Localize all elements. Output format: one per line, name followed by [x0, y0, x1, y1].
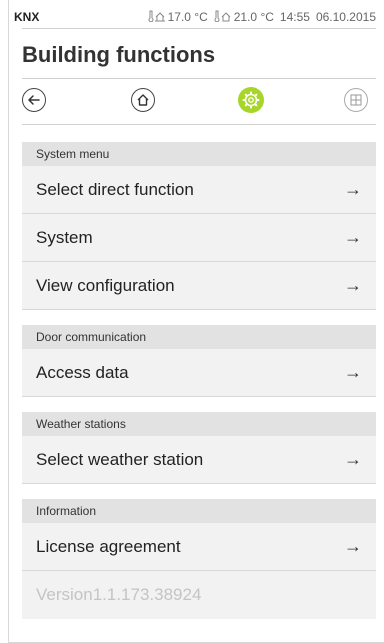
- home-button[interactable]: [131, 88, 155, 112]
- arrow-right-icon: →: [344, 449, 362, 469]
- indoor-temperature-icon: [214, 10, 232, 25]
- section-header-weather-stations: Weather stations: [22, 412, 376, 436]
- settings-button[interactable]: [238, 87, 264, 113]
- menu-item-label: License agreement: [36, 536, 181, 556]
- menu-list: System menu Select direct function → Sys…: [22, 142, 376, 619]
- status-info: 17.0 °C 21.0 °C 14:55 06.10.2015: [148, 10, 376, 25]
- gear-icon: [242, 91, 260, 109]
- section-gap: [22, 484, 376, 499]
- menu-item-system[interactable]: System →: [22, 214, 376, 262]
- outdoor-temperature-value: 17.0 °C: [167, 10, 208, 24]
- menu-item-select-direct-function[interactable]: Select direct function →: [22, 166, 376, 214]
- clock: 14:55: [279, 10, 310, 24]
- back-button[interactable]: [22, 88, 46, 112]
- grid-icon: [350, 94, 362, 106]
- divider: [22, 124, 376, 125]
- section-gap: [22, 310, 376, 325]
- menu-item-label: View configuration: [36, 275, 175, 295]
- outdoor-temperature-icon: [148, 10, 166, 25]
- version-label: Version1.1.173.38924: [22, 571, 376, 619]
- indoor-temperature-value: 21.0 °C: [233, 10, 274, 24]
- page-title: Building functions: [22, 42, 216, 67]
- arrow-right-icon: →: [344, 227, 362, 247]
- section-header-door-communication: Door communication: [22, 325, 376, 349]
- menu-item-access-data[interactable]: Access data →: [22, 349, 376, 397]
- toolbar: [22, 87, 376, 114]
- menu-item-label: System: [36, 227, 93, 247]
- divider: [22, 78, 376, 79]
- outdoor-temperature: 17.0 °C: [148, 10, 208, 25]
- indoor-temperature: 21.0 °C: [214, 10, 274, 25]
- arrow-right-icon: →: [344, 275, 362, 295]
- section-gap: [22, 397, 376, 412]
- brand-label: KNX: [14, 10, 40, 24]
- menu-item-select-weather-station[interactable]: Select weather station →: [22, 436, 376, 484]
- arrow-right-icon: →: [344, 362, 362, 382]
- menu-item-label: Select weather station: [36, 449, 204, 469]
- divider: [22, 28, 376, 29]
- section-header-information: Information: [22, 499, 376, 523]
- arrow-left-icon: [28, 95, 40, 105]
- menu-item-view-configuration[interactable]: View configuration →: [22, 262, 376, 310]
- house-icon: [137, 94, 149, 106]
- section-header-system-menu: System menu: [22, 142, 376, 166]
- grid-button[interactable]: [344, 88, 368, 112]
- arrow-right-icon: →: [344, 536, 362, 556]
- menu-item-label: Access data: [36, 362, 129, 382]
- menu-item-license-agreement[interactable]: License agreement →: [22, 523, 376, 571]
- date: 06.10.2015: [315, 10, 376, 24]
- menu-item-label: Select direct function: [36, 179, 194, 199]
- status-bar: KNX 17.0 °C 21.0 °C 14:55 06.10.2015: [14, 6, 376, 28]
- arrow-right-icon: →: [344, 179, 362, 199]
